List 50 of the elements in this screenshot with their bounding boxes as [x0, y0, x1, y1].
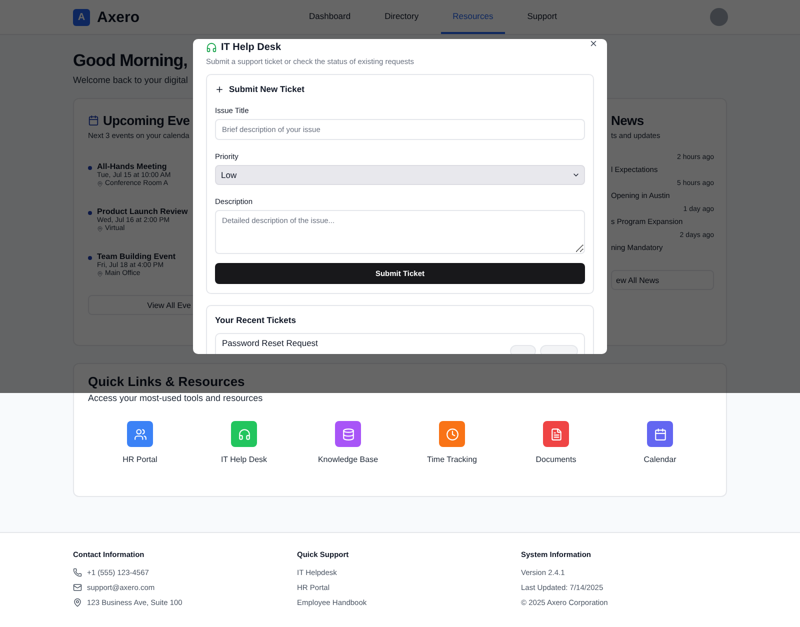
greeting-subtitle: Welcome back to your digital	[73, 75, 189, 85]
card-subtitle: Access your most-used tools and resources	[88, 393, 264, 403]
users-icon	[134, 428, 146, 440]
chevron-down-icon	[572, 171, 580, 179]
event-title: All-Hands Meeting	[97, 162, 168, 171]
ticket-row[interactable]: Password Reset Request	[215, 333, 585, 354]
event-dot	[88, 256, 92, 260]
document-icon	[550, 428, 562, 440]
quick-link-tile[interactable]	[647, 421, 673, 447]
location-pin-icon	[73, 598, 82, 607]
quick-link-tile[interactable]	[439, 421, 465, 447]
event-title: Product Launch Review	[97, 207, 188, 216]
quick-link-tile[interactable]	[335, 421, 361, 447]
quick-link-tile[interactable]	[543, 421, 569, 447]
mail-icon	[73, 583, 82, 592]
event-title: Team Building Event	[97, 252, 176, 261]
close-icon	[589, 39, 598, 48]
quick-link-tile[interactable]	[231, 421, 257, 447]
card-title: News	[611, 113, 645, 128]
logo-mark: A	[73, 8, 90, 26]
calendar-icon	[88, 115, 99, 126]
card-title: Quick Links & Resources	[88, 374, 246, 389]
close-button[interactable]	[589, 39, 598, 48]
card-title: Upcoming Eve	[103, 113, 190, 128]
location-pin-icon	[97, 226, 103, 232]
brand-name: Axero	[97, 8, 140, 26]
database-icon	[342, 428, 354, 440]
dialog-title: IT Help Desk	[221, 42, 282, 53]
headphones-icon	[238, 428, 250, 440]
quick-link-label[interactable]: Documents	[536, 455, 576, 464]
quick-link-tile[interactable]	[127, 421, 153, 447]
phone-icon	[73, 568, 82, 577]
greeting-title: Good Morning,	[73, 51, 188, 71]
card-title: Your Recent Tickets	[215, 315, 297, 325]
quick-link-label[interactable]: Knowledge Base	[318, 455, 378, 464]
priority-dropdown[interactable]: Low	[215, 165, 585, 185]
ticket-title: Password Reset Request	[222, 339, 318, 348]
headphones-icon	[206, 42, 217, 53]
location-pin-icon	[97, 180, 103, 186]
card-title: Submit New Ticket	[229, 84, 304, 94]
quick-link-label[interactable]: IT Help Desk	[220, 455, 268, 464]
location-pin-icon	[97, 270, 103, 276]
plus-icon	[215, 84, 224, 94]
quick-link-label[interactable]: HR Portal	[122, 455, 158, 464]
quick-link-label[interactable]: Calendar	[644, 455, 676, 464]
event-dot	[88, 211, 92, 215]
quick-link-label[interactable]: Time Tracking	[427, 455, 477, 464]
clock-icon	[446, 428, 458, 440]
event-dot	[88, 166, 92, 170]
calendar-icon	[654, 428, 666, 440]
